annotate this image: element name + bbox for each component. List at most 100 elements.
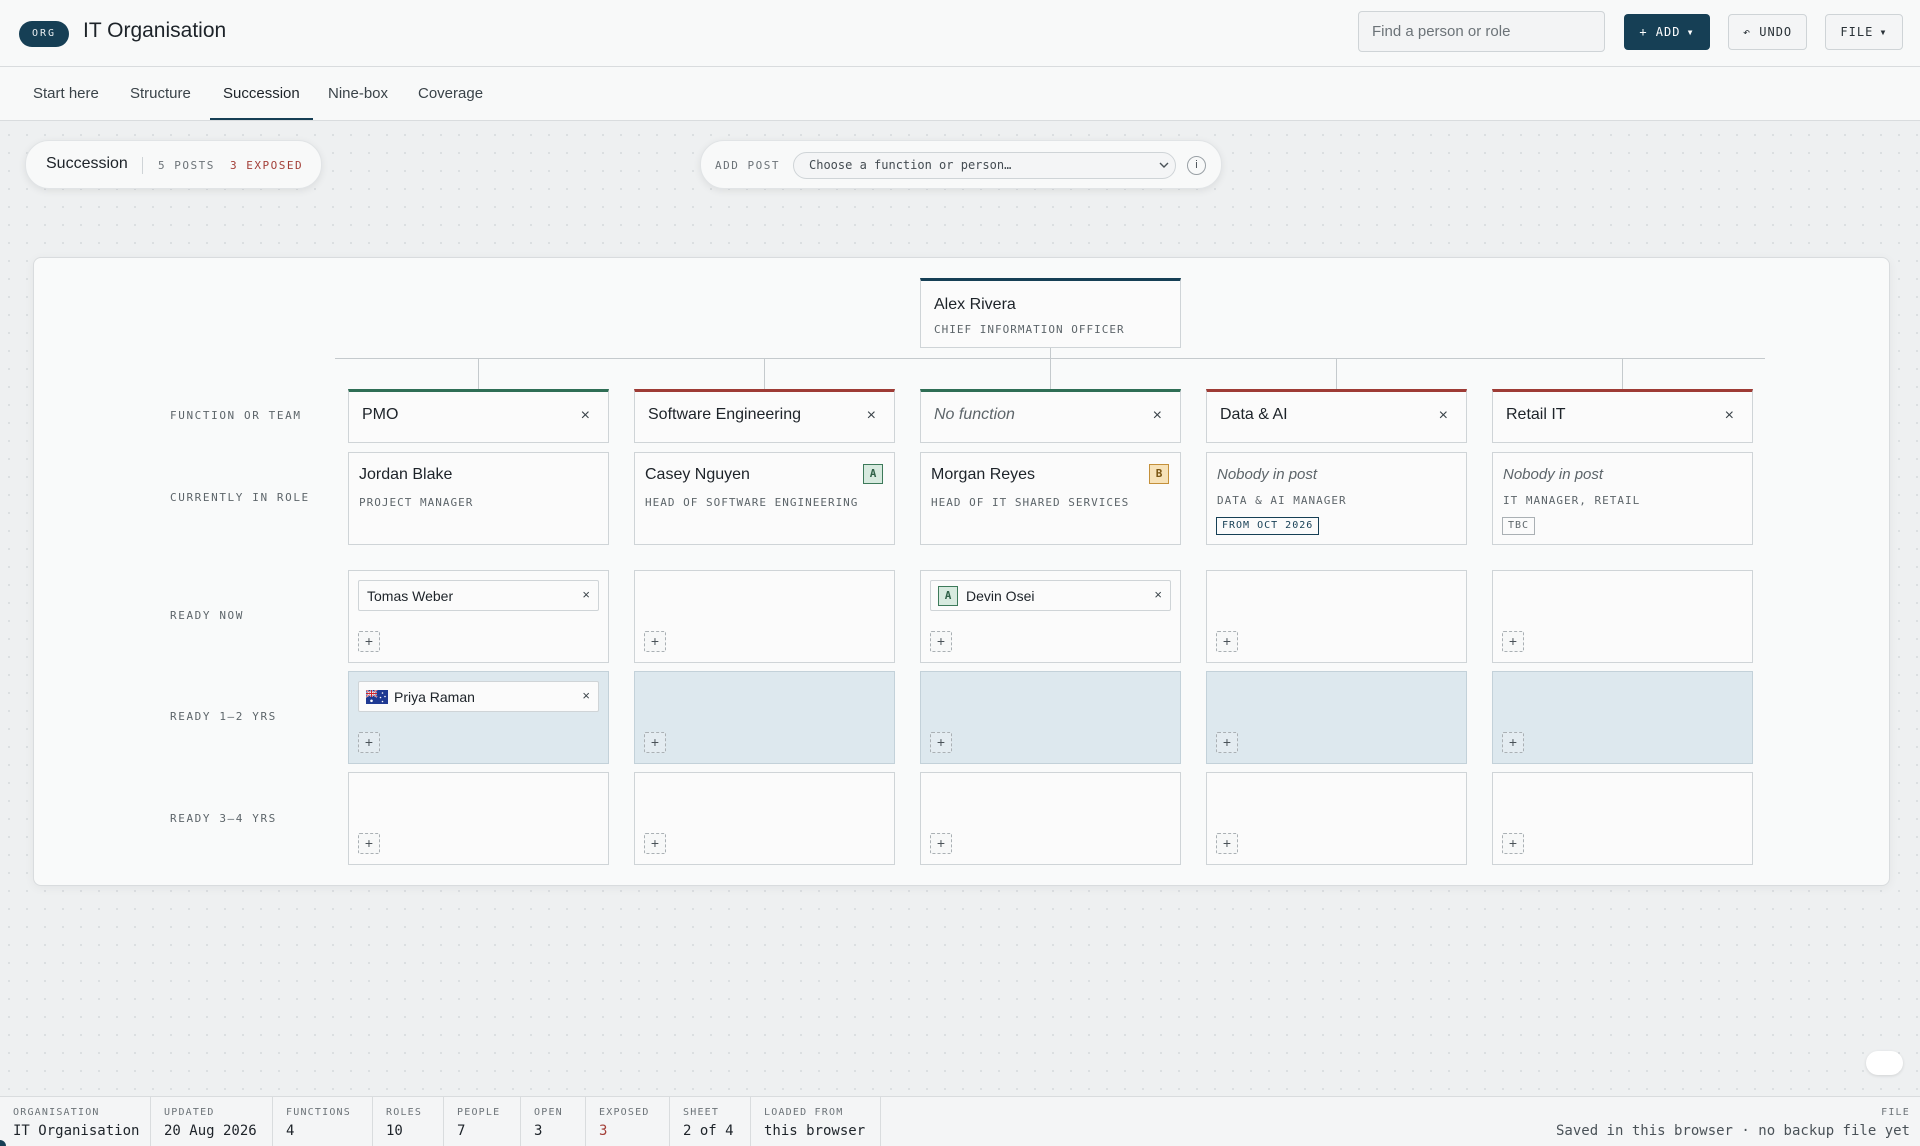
add-post-select[interactable]: Choose a function or person… xyxy=(793,152,1176,179)
tbc-tag: TBC xyxy=(1502,517,1536,535)
ready-3-4-cell[interactable]: + xyxy=(634,772,895,865)
tab-bar: Start here Structure Succession Nine-box… xyxy=(0,67,1920,121)
function-card-data-ai[interactable]: Data & AI × xyxy=(1206,389,1467,443)
ready-3-4-cell[interactable]: + xyxy=(1206,772,1467,865)
add-successor-button[interactable]: + xyxy=(930,631,952,652)
successor-chip[interactable]: A Devin Osei × xyxy=(930,580,1171,611)
function-name: PMO xyxy=(362,406,399,423)
ready-1-2-cell[interactable]: + xyxy=(1206,671,1467,764)
add-post-placeholder: Choose a function or person… xyxy=(809,158,1012,172)
successor-name: Priya Raman xyxy=(394,689,475,705)
root-post-card[interactable]: Alex Rivera CHIEF INFORMATION OFFICER xyxy=(920,278,1181,348)
add-successor-button[interactable]: + xyxy=(930,833,952,854)
grade-badge: A xyxy=(863,464,883,484)
chevron-down-icon xyxy=(1159,162,1169,168)
status-sheet: SHEET 2 of 4 xyxy=(670,1097,751,1146)
add-successor-button[interactable]: + xyxy=(930,732,952,753)
ready-now-cell[interactable]: Tomas Weber × + xyxy=(348,570,609,663)
add-successor-button[interactable]: + xyxy=(644,732,666,753)
dropdown-icon: ▾ xyxy=(1686,25,1695,39)
function-card-no-function[interactable]: No function × xyxy=(920,389,1181,443)
close-icon[interactable]: × xyxy=(867,407,876,425)
close-icon[interactable]: × xyxy=(1153,407,1162,425)
status-updated: UPDATED 20 Aug 2026 xyxy=(151,1097,273,1146)
add-successor-button[interactable]: + xyxy=(358,631,380,652)
status-open: OPEN 3 xyxy=(521,1097,586,1146)
info-icon[interactable]: i xyxy=(1187,156,1206,175)
close-icon[interactable]: × xyxy=(582,587,590,602)
holder-name: Nobody in post xyxy=(1503,466,1604,483)
role-holder-card[interactable]: Casey Nguyen A HEAD OF SOFTWARE ENGINEER… xyxy=(634,452,895,545)
status-label: ORGANISATION xyxy=(13,1107,100,1118)
tab-structure[interactable]: Structure xyxy=(117,67,204,120)
add-successor-button[interactable]: + xyxy=(1216,631,1238,652)
status-organisation: ORGANISATION IT Organisation xyxy=(0,1097,151,1146)
tab-start-here[interactable]: Start here xyxy=(20,67,112,120)
add-successor-button[interactable]: + xyxy=(358,833,380,854)
tab-coverage[interactable]: Coverage xyxy=(405,67,496,120)
status-label: ROLES xyxy=(386,1107,423,1118)
status-label: FILE xyxy=(1881,1107,1910,1118)
close-icon[interactable]: × xyxy=(1154,587,1162,602)
holder-name: Morgan Reyes xyxy=(931,466,1036,483)
tab-succession[interactable]: Succession xyxy=(210,67,313,120)
status-value: 20 Aug 2026 xyxy=(164,1123,257,1139)
toggle-button[interactable] xyxy=(1866,1051,1903,1075)
ready-1-2-cell[interactable]: + xyxy=(1492,671,1753,764)
role-holder-card[interactable]: Nobody in post DATA & AI MANAGER FROM OC… xyxy=(1206,452,1467,545)
role-holder-card[interactable]: Jordan Blake PROJECT MANAGER xyxy=(348,452,609,545)
add-successor-button[interactable]: + xyxy=(644,631,666,652)
function-card-software-engineering[interactable]: Software Engineering × xyxy=(634,389,895,443)
undo-button[interactable]: ↶ UNDO xyxy=(1728,14,1807,50)
summary-title: Succession xyxy=(46,155,128,172)
add-successor-button[interactable]: + xyxy=(1502,833,1524,854)
ready-3-4-cell[interactable]: + xyxy=(1492,772,1753,865)
close-icon[interactable]: × xyxy=(1439,407,1448,425)
function-card-retail-it[interactable]: Retail IT × xyxy=(1492,389,1753,443)
ready-now-cell[interactable]: + xyxy=(634,570,895,663)
ready-3-4-cell[interactable]: + xyxy=(348,772,609,865)
add-successor-button[interactable]: + xyxy=(358,732,380,753)
role-holder-card[interactable]: Morgan Reyes B HEAD OF IT SHARED SERVICE… xyxy=(920,452,1181,545)
tab-nine-box[interactable]: Nine-box xyxy=(315,67,401,120)
add-successor-button[interactable]: + xyxy=(1216,833,1238,854)
add-post-label: ADD POST xyxy=(715,159,780,172)
ready-3-4-cell[interactable]: + xyxy=(920,772,1181,865)
add-successor-button[interactable]: + xyxy=(1502,631,1524,652)
status-value: 2 of 4 xyxy=(683,1123,734,1139)
status-value: 10 xyxy=(386,1123,403,1139)
succession-summary: Succession 5 POSTS 3 EXPOSED xyxy=(25,140,322,189)
holder-role: PROJECT MANAGER xyxy=(359,496,474,509)
successor-chip[interactable]: Priya Raman × xyxy=(358,681,599,712)
successor-chip[interactable]: Tomas Weber × xyxy=(358,580,599,611)
file-button[interactable]: FILE ▾ xyxy=(1825,14,1903,50)
root-name: Alex Rivera xyxy=(934,296,1016,313)
add-successor-button[interactable]: + xyxy=(1216,732,1238,753)
connector-line xyxy=(1336,358,1337,389)
add-button[interactable]: + ADD ▾ xyxy=(1624,14,1710,50)
status-label: EXPOSED xyxy=(599,1107,650,1118)
posts-count: 5 POSTS xyxy=(158,159,215,172)
ready-1-2-cell[interactable]: + xyxy=(920,671,1181,764)
status-label: FUNCTIONS xyxy=(286,1107,351,1118)
ready-1-2-cell[interactable]: Priya Raman × + xyxy=(348,671,609,764)
search-input[interactable] xyxy=(1358,11,1605,52)
close-icon[interactable]: × xyxy=(1725,407,1734,425)
ready-now-cell[interactable]: A Devin Osei × + xyxy=(920,570,1181,663)
ready-now-cell[interactable]: + xyxy=(1206,570,1467,663)
connector-line xyxy=(1622,358,1623,389)
row-label-function: FUNCTION OR TEAM xyxy=(170,409,302,422)
australia-flag-icon xyxy=(366,690,388,704)
close-icon[interactable]: × xyxy=(582,688,590,703)
function-name: Software Engineering xyxy=(648,406,801,423)
row-label-ready-3-4: READY 3–4 YRS xyxy=(170,812,277,825)
ready-now-cell[interactable]: + xyxy=(1492,570,1753,663)
add-successor-button[interactable]: + xyxy=(1502,732,1524,753)
status-roles: ROLES 10 xyxy=(373,1097,444,1146)
top-bar: ORG IT Organisation + ADD ▾ ↶ UNDO FILE … xyxy=(0,0,1920,67)
function-card-pmo[interactable]: PMO × xyxy=(348,389,609,443)
ready-1-2-cell[interactable]: + xyxy=(634,671,895,764)
close-icon[interactable]: × xyxy=(581,407,590,425)
add-successor-button[interactable]: + xyxy=(644,833,666,854)
role-holder-card[interactable]: Nobody in post IT MANAGER, RETAIL TBC xyxy=(1492,452,1753,545)
